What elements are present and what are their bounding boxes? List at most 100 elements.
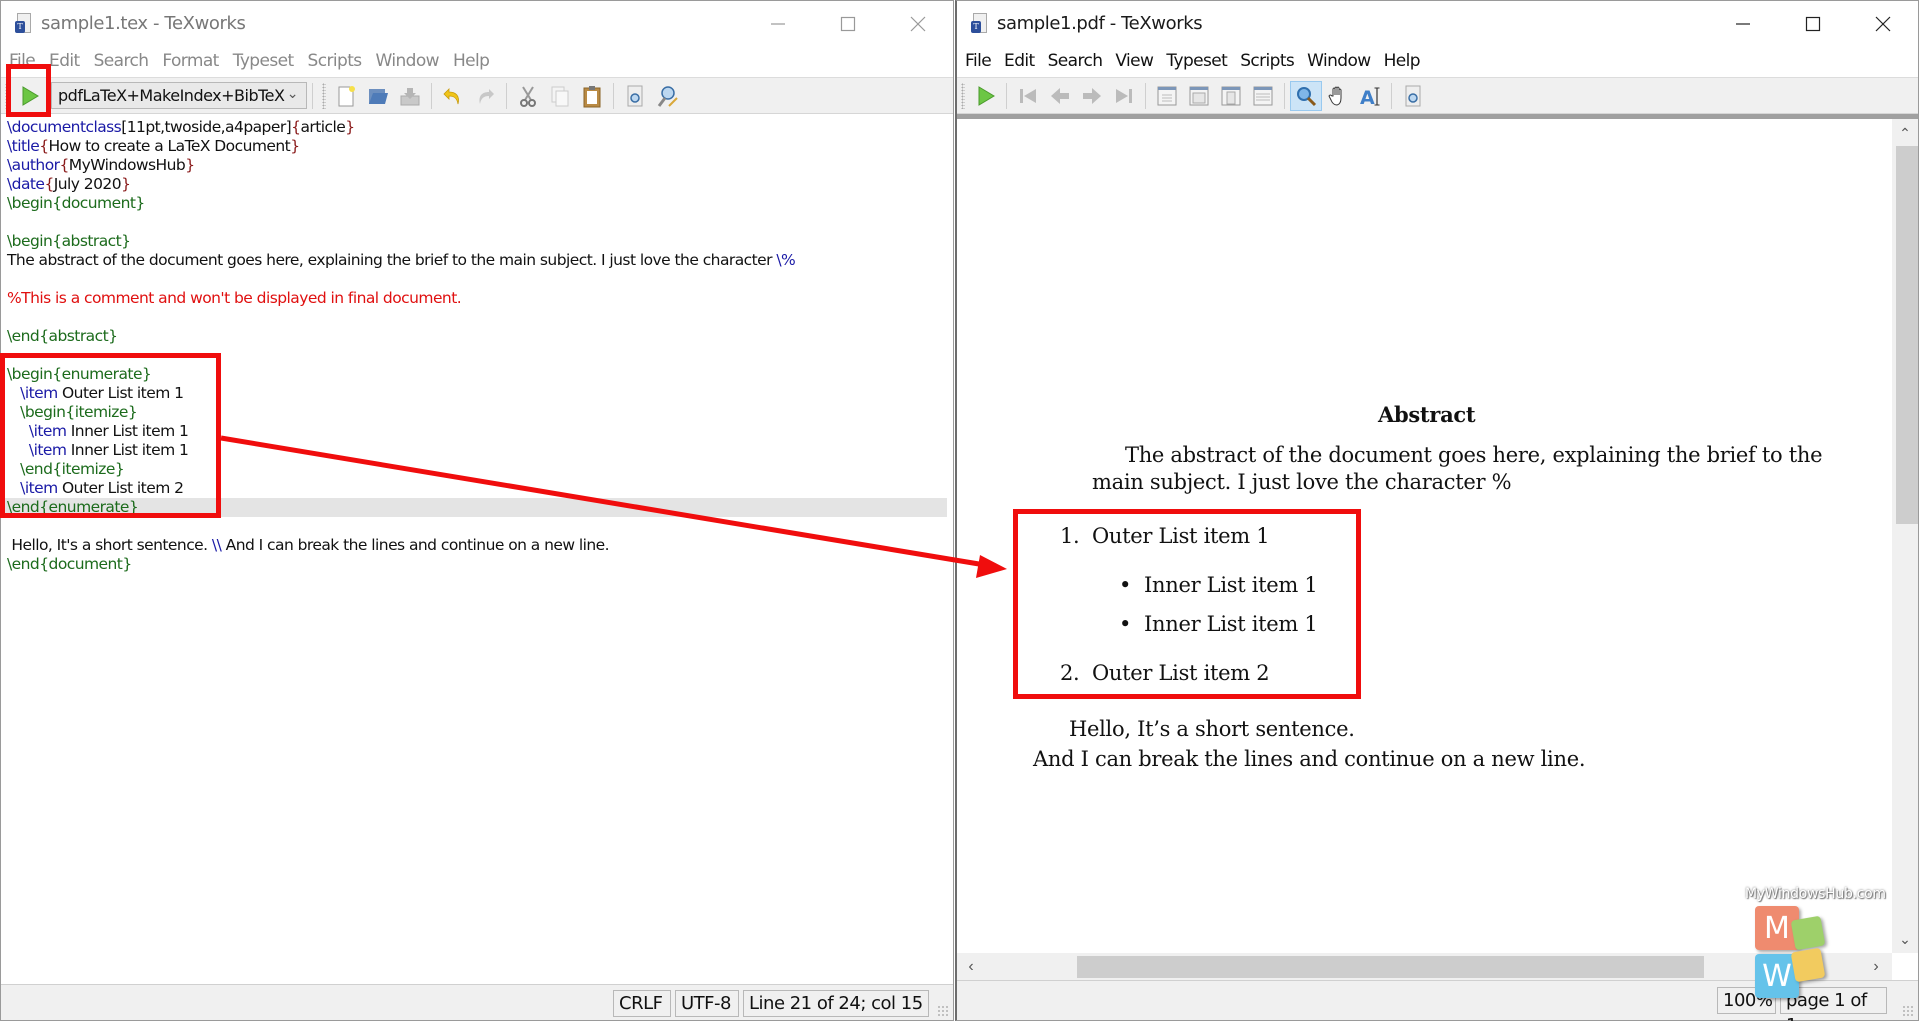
previous-page-button[interactable] — [1044, 81, 1076, 111]
code-line[interactable]: \date{July 2020} — [7, 175, 131, 194]
fit-content-button[interactable] — [1247, 81, 1279, 111]
menu-window[interactable]: Window — [1307, 51, 1371, 71]
menu-view[interactable]: View — [1115, 51, 1154, 71]
undo-button[interactable] — [437, 81, 469, 111]
code-line[interactable]: \end{enumerate} — [1, 498, 947, 517]
inner-list-bullet: • — [1119, 612, 1132, 636]
toolbar-separator — [506, 82, 507, 109]
paste-button[interactable] — [576, 81, 608, 111]
code-token: \end{abstract} — [7, 327, 118, 345]
code-line[interactable]: \title{How to create a LaTeX Document} — [7, 137, 300, 156]
code-line[interactable]: %This is a comment and won't be displaye… — [7, 289, 462, 308]
menu-typeset[interactable]: Typeset — [1166, 51, 1227, 71]
toolbar-grip[interactable] — [5, 82, 9, 109]
resize-grip[interactable] — [937, 1005, 949, 1017]
toolbar-separator — [1145, 82, 1146, 109]
toolbar-grip[interactable] — [322, 82, 326, 109]
menu-search[interactable]: Search — [1048, 51, 1103, 71]
pdf-toolbar: A — [957, 77, 1918, 114]
scroll-up-icon[interactable]: ⌃ — [1892, 121, 1918, 145]
code-line[interactable]: \end{itemize} — [7, 460, 125, 479]
code-line[interactable]: \end{abstract} — [7, 327, 118, 346]
scroll-left-icon[interactable]: ‹ — [959, 953, 983, 980]
maximize-button[interactable] — [1778, 1, 1848, 46]
scroll-right-icon[interactable]: › — [1864, 953, 1888, 980]
editor-titlebar: T sample1.tex - TeXworks — [1, 1, 953, 46]
find-icon — [1405, 85, 1421, 106]
actual-size-button[interactable] — [1151, 81, 1183, 111]
copy-button[interactable] — [544, 81, 576, 111]
first-page-button[interactable] — [1012, 81, 1044, 111]
code-line[interactable]: \begin{itemize} — [7, 403, 138, 422]
menu-search[interactable]: Search — [94, 51, 149, 71]
code-token: \begin{itemize} — [20, 403, 138, 421]
code-line[interactable]: \end{document} — [7, 555, 132, 574]
toolbar-grip[interactable] — [961, 82, 965, 109]
menu-format[interactable]: Format — [162, 51, 219, 71]
typeset-button[interactable] — [969, 81, 1001, 111]
code-line[interactable]: \begin{abstract} — [7, 232, 131, 251]
find-button[interactable] — [619, 81, 651, 111]
menu-window[interactable]: Window — [376, 51, 440, 71]
menu-help[interactable]: Help — [453, 51, 490, 71]
horizontal-scroll-thumb[interactable] — [1077, 956, 1704, 978]
minimize-button[interactable] — [743, 1, 813, 46]
maximize-button[interactable] — [813, 1, 883, 46]
closing-line-1: Hello, It’s a short sentence. — [1069, 717, 1355, 741]
code-line[interactable]: \item Outer List item 1 — [7, 384, 184, 403]
close-button[interactable] — [883, 1, 953, 46]
find-button[interactable] — [1397, 81, 1429, 111]
redo-button[interactable] — [469, 81, 501, 111]
cut-button[interactable] — [512, 81, 544, 111]
code-token: %This is a comment and won't be displaye… — [7, 289, 462, 307]
pdf-page-view[interactable]: Abstract The abstract of the document go… — [957, 119, 1892, 953]
code-line[interactable]: Hello, It's a short sentence. \\ And I c… — [7, 536, 609, 555]
pdf-statusbar: 100% page 1 of 1 — [957, 980, 1918, 1021]
vertical-scrollbar[interactable]: ⌃ ⌄ — [1892, 119, 1918, 953]
open-button[interactable] — [362, 81, 394, 111]
minimize-button[interactable] — [1708, 1, 1778, 46]
magnify-tool-button[interactable] — [1290, 80, 1322, 111]
code-line[interactable]: \begin{document} — [7, 194, 145, 213]
code-line[interactable]: \item Inner List item 1 — [7, 441, 189, 460]
scroll-hand-button[interactable] — [1322, 81, 1354, 111]
menu-typeset[interactable]: Typeset — [233, 51, 294, 71]
close-button[interactable] — [1848, 1, 1918, 46]
menu-file[interactable]: File — [9, 51, 36, 71]
code-line[interactable]: The abstract of the document goes here, … — [7, 251, 796, 270]
code-line[interactable]: \begin{enumerate} — [7, 365, 152, 384]
fit-window-button[interactable] — [1215, 81, 1247, 111]
code-token: July 2020 — [53, 175, 122, 193]
toolbar-separator — [1284, 82, 1285, 109]
next-page-button[interactable] — [1076, 81, 1108, 111]
menu-help[interactable]: Help — [1384, 51, 1421, 71]
menu-edit[interactable]: Edit — [49, 51, 80, 71]
svg-text:A: A — [1360, 87, 1375, 108]
save-button[interactable] — [394, 81, 426, 111]
horizontal-scrollbar[interactable]: ‹ › — [957, 953, 1892, 980]
code-line[interactable]: \item Outer List item 2 — [7, 479, 184, 498]
fit-width-button[interactable] — [1183, 81, 1215, 111]
typeset-button[interactable] — [13, 81, 45, 111]
last-page-button[interactable] — [1108, 81, 1140, 111]
code-line[interactable]: \author{MyWindowsHub} — [7, 156, 195, 175]
encoding-indicator[interactable]: UTF-8 — [675, 990, 739, 1017]
code-editor[interactable]: \documentclass[11pt,twoside,a4paper] {art… — [1, 114, 953, 984]
new-document-button[interactable] — [330, 81, 362, 111]
vertical-scroll-thumb[interactable] — [1896, 146, 1918, 524]
menu-scripts[interactable]: Scripts — [1240, 51, 1295, 71]
resize-grip[interactable] — [1902, 1005, 1914, 1017]
code-token: \end{document} — [7, 555, 132, 573]
code-line[interactable]: \documentclass[11pt,twoside,a4paper]{art… — [7, 118, 355, 137]
menu-edit[interactable]: Edit — [1004, 51, 1035, 71]
replace-button[interactable] — [651, 81, 683, 111]
menu-file[interactable]: File — [965, 51, 992, 71]
typeset-engine-select[interactable]: pdfLaTeX+MakeIndex+BibTeX ⌄ — [51, 82, 307, 109]
zoom-level[interactable]: 100% — [1717, 987, 1776, 1014]
select-text-button[interactable]: A — [1354, 81, 1386, 111]
menu-scripts[interactable]: Scripts — [308, 51, 363, 71]
line-ending-indicator[interactable]: CRLF — [613, 990, 671, 1017]
scroll-down-icon[interactable]: ⌄ — [1892, 927, 1918, 951]
code-line[interactable]: \item Inner List item 1 — [7, 422, 189, 441]
